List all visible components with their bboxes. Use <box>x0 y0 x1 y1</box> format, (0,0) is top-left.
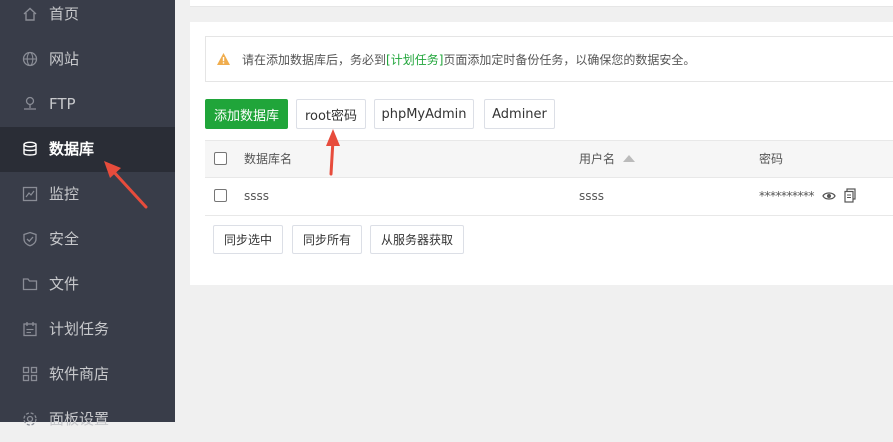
warning-icon <box>216 52 231 70</box>
sync-selected-button[interactable]: 同步选中 <box>213 225 283 254</box>
cron-task-link[interactable]: [计划任务] <box>386 53 443 67</box>
ftp-icon <box>21 95 39 113</box>
sidebar-item-website[interactable]: 网站 <box>0 37 175 82</box>
adminer-button[interactable]: Adminer <box>484 99 555 129</box>
column-header-password: 密码 <box>759 152 784 166</box>
database-name-cell: ssss <box>244 189 270 203</box>
notice-text: 请在添加数据库后，务必到[计划任务]页面添加定时备份任务，以确保您的数据安全。 <box>242 53 696 67</box>
sidebar-item-files[interactable]: 文件 <box>0 262 175 307</box>
apps-icon <box>21 365 39 383</box>
sync-all-button[interactable]: 同步所有 <box>292 225 362 254</box>
folder-icon <box>21 275 39 293</box>
sidebar-item-label: 监控 <box>49 185 80 203</box>
calendar-icon <box>21 320 39 338</box>
column-header-name[interactable]: 数据库名 <box>244 141 292 177</box>
shield-icon <box>21 230 39 248</box>
add-database-button[interactable]: 添加数据库 <box>205 99 288 129</box>
select-all-checkbox[interactable] <box>214 152 227 165</box>
monitor-icon <box>21 185 39 203</box>
sidebar-item-label: 首页 <box>49 5 80 23</box>
sidebar-item-label: FTP <box>49 95 76 113</box>
sidebar-item-label: 安全 <box>49 230 80 248</box>
table-header: 数据库名 用户名 密码 <box>205 140 893 178</box>
top-panel <box>190 0 893 7</box>
phpmyadmin-button[interactable]: phpMyAdmin <box>374 99 474 129</box>
main-content: 请在添加数据库后，务必到[计划任务]页面添加定时备份任务，以确保您的数据安全。 … <box>175 0 893 422</box>
home-icon <box>21 5 39 23</box>
password-cell: ********** <box>759 189 815 203</box>
row-checkbox[interactable] <box>214 189 227 202</box>
table-row: ssss ssss ********** <box>205 178 893 216</box>
sidebar-item-label: 面板设置 <box>49 410 110 428</box>
sidebar-item-cron[interactable]: 计划任务 <box>0 307 175 352</box>
sidebar-item-label: 文件 <box>49 275 80 293</box>
globe-icon <box>21 50 39 68</box>
copy-icon[interactable] <box>844 188 856 207</box>
backup-notice: 请在添加数据库后，务必到[计划任务]页面添加定时备份任务，以确保您的数据安全。 <box>205 36 893 82</box>
sidebar-item-database[interactable]: 数据库 <box>0 127 175 172</box>
gear-icon <box>21 410 39 428</box>
sidebar-item-label: 网站 <box>49 50 80 68</box>
fetch-from-server-button[interactable]: 从服务器获取 <box>370 225 464 254</box>
column-header-user[interactable]: 用户名 <box>579 141 636 177</box>
sidebar: 首页 网站 FTP 数据库 监控 安全 文件 计划任务 软件商店 面板设置 <box>0 0 175 428</box>
sidebar-item-ftp[interactable]: FTP <box>0 82 175 127</box>
sidebar-item-label: 计划任务 <box>49 320 110 338</box>
sidebar-item-home[interactable]: 首页 <box>0 0 175 37</box>
sidebar-item-security[interactable]: 安全 <box>0 217 175 262</box>
sidebar-item-store[interactable]: 软件商店 <box>0 352 175 397</box>
root-password-button[interactable]: root密码 <box>296 99 366 129</box>
sort-asc-icon[interactable] <box>623 155 636 162</box>
sidebar-item-monitor[interactable]: 监控 <box>0 172 175 217</box>
database-icon <box>21 140 39 158</box>
sidebar-item-label: 软件商店 <box>49 365 110 383</box>
username-cell: ssss <box>579 189 605 203</box>
sidebar-item-settings[interactable]: 面板设置 <box>0 397 175 442</box>
sidebar-item-label: 数据库 <box>49 140 95 158</box>
eye-icon[interactable] <box>822 190 836 206</box>
